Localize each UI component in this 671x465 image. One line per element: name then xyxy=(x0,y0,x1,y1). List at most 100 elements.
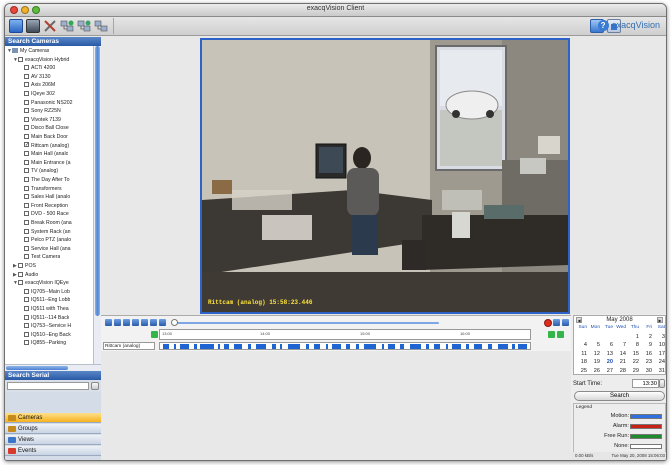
serial-search-input[interactable] xyxy=(7,382,89,390)
camera-checkbox[interactable] xyxy=(24,254,29,260)
calendar-day[interactable]: 28 xyxy=(614,367,627,375)
recording-segment[interactable] xyxy=(224,344,229,349)
recording-segment[interactable] xyxy=(382,344,384,349)
date-calendar[interactable]: ◀ May 2008 ▶ Sun Mon Tue Wed Thu Fri Sat 1 2 3 4 5 6… xyxy=(573,315,666,375)
rewind-icon[interactable] xyxy=(105,319,112,326)
camera-checkbox[interactable] xyxy=(24,185,29,191)
calendar-day[interactable]: 10 xyxy=(653,341,666,349)
tree-item[interactable]: The Day After To xyxy=(19,176,70,184)
tree-item[interactable]: Main Entrance (a xyxy=(19,159,71,167)
calendar-day[interactable]: 4 xyxy=(575,341,588,349)
camera-checkbox[interactable] xyxy=(24,73,29,79)
timeline-ruler[interactable]: 13:00 14:00 15:00 16:00 xyxy=(159,329,531,340)
recording-segment[interactable] xyxy=(346,344,350,349)
calendar-day[interactable]: 17 xyxy=(653,350,666,358)
nav-cameras[interactable]: Cameras xyxy=(5,413,101,423)
camera-checkbox[interactable] xyxy=(24,168,29,174)
calendar-day[interactable]: 21 xyxy=(614,358,627,366)
camera-checkbox[interactable] xyxy=(24,211,29,217)
camera-checkbox[interactable] xyxy=(24,65,29,71)
camera-checkbox[interactable] xyxy=(24,116,29,122)
tree-item[interactable]: TV (analog) xyxy=(19,167,58,175)
camera-checkbox[interactable] xyxy=(24,141,29,147)
video-viewport[interactable]: Rittcam (analog) 15:58:23.446 xyxy=(200,38,570,314)
camera-checkbox[interactable] xyxy=(24,177,29,182)
calendar-day[interactable]: 8 xyxy=(627,341,640,349)
recording-segment[interactable] xyxy=(474,344,482,349)
scroll-thumb[interactable] xyxy=(95,46,100,316)
calendar-day[interactable]: 29 xyxy=(627,367,640,375)
recording-segment[interactable] xyxy=(452,344,461,349)
recording-segment[interactable] xyxy=(364,344,376,349)
calendar-day[interactable]: 18 xyxy=(575,358,588,366)
search-button[interactable]: Search xyxy=(574,391,665,401)
recording-segment[interactable] xyxy=(163,344,169,349)
tree-item[interactable]: Sales Hall (analo xyxy=(19,193,70,201)
tree-item[interactable]: Main Hall (analo xyxy=(19,150,68,158)
recording-segment[interactable] xyxy=(280,344,282,349)
scroll-thumb[interactable] xyxy=(6,366,68,370)
tree-item[interactable]: IQeye 302 xyxy=(19,90,55,98)
calendar-day[interactable]: 24 xyxy=(653,358,666,366)
calendar-day[interactable]: 26 xyxy=(588,367,601,375)
pause-icon[interactable] xyxy=(132,319,139,326)
calendar-day[interactable]: 25 xyxy=(575,367,588,375)
recording-segment[interactable] xyxy=(512,344,515,349)
tree-item[interactable]: ACTi 4200 xyxy=(19,64,55,72)
calendar-day[interactable]: 6 xyxy=(601,341,614,349)
tree-item[interactable]: ▶ POS xyxy=(13,262,36,270)
tree-item[interactable]: Pelco PTZ (analo xyxy=(19,236,71,244)
camera-checkbox[interactable] xyxy=(24,323,29,329)
camera-tree[interactable]: ▼ My Cameras ▼ exacqVision Hybrid ACTi 4200 A… xyxy=(5,46,93,364)
recording-segment[interactable] xyxy=(426,344,429,349)
calendar-day[interactable]: 23 xyxy=(640,358,653,366)
camera-checkbox[interactable] xyxy=(24,82,29,88)
camera-checkbox[interactable] xyxy=(24,237,29,243)
tree-item[interactable]: Transformers xyxy=(19,185,62,193)
calendar-day[interactable]: 30 xyxy=(640,367,653,375)
calendar-day[interactable]: 5 xyxy=(588,341,601,349)
serial-search-stepper[interactable] xyxy=(91,382,99,390)
recording-segment[interactable] xyxy=(466,344,469,349)
nav-groups[interactable]: Groups xyxy=(5,424,101,434)
recording-segment[interactable] xyxy=(174,344,176,349)
recording-segment[interactable] xyxy=(194,344,197,349)
tree-horizontal-scrollbar[interactable] xyxy=(5,364,101,371)
playback-slider-knob[interactable] xyxy=(171,319,178,326)
calendar-day[interactable]: 31 xyxy=(653,367,666,375)
tree-item[interactable]: Break Room (ana xyxy=(19,219,72,227)
tree-item[interactable]: Sony RZ25N xyxy=(19,107,61,115)
recording-segment[interactable] xyxy=(356,344,359,349)
camera-checkbox[interactable] xyxy=(24,220,29,225)
tree-item[interactable]: ▼ My Cameras xyxy=(7,47,49,55)
tree-item[interactable]: AV 3130 xyxy=(19,73,51,81)
camera-checkbox[interactable] xyxy=(24,297,29,303)
tree-item[interactable]: Axis 206M xyxy=(19,81,55,89)
camera-checkbox[interactable] xyxy=(24,288,29,294)
camera-checkbox[interactable] xyxy=(18,280,23,286)
tree-vertical-scrollbar[interactable] xyxy=(93,46,101,364)
layout-icon[interactable] xyxy=(26,19,40,33)
tree-item[interactable]: IQ705--Main Lob xyxy=(19,288,70,296)
calendar-day[interactable]: 11 xyxy=(575,350,588,358)
recording-segment[interactable] xyxy=(248,344,251,349)
calendar-day[interactable]: 1 xyxy=(627,333,640,341)
play-reverse-icon[interactable] xyxy=(123,319,130,326)
recording-segment[interactable] xyxy=(256,344,266,349)
tree-item[interactable]: Panasonic NS202 xyxy=(19,99,73,107)
tree-item[interactable]: Test Camera xyxy=(19,253,60,261)
camera-checkbox[interactable] xyxy=(24,340,29,346)
zoom-out-timeline-icon[interactable] xyxy=(562,319,569,326)
recording-segment[interactable] xyxy=(518,344,527,349)
camera-checkbox[interactable] xyxy=(24,151,29,157)
calendar-day[interactable]: 9 xyxy=(640,341,653,349)
calendar-day[interactable]: 16 xyxy=(640,350,653,358)
live-view-icon[interactable] xyxy=(9,19,23,33)
recording-segment[interactable] xyxy=(446,344,448,349)
start-time-stepper[interactable] xyxy=(659,379,665,388)
tree-item[interactable]: Rittcam (analog) xyxy=(19,141,70,150)
fast-forward-icon[interactable] xyxy=(159,319,166,326)
calendar-day[interactable]: 2 xyxy=(640,333,653,341)
recording-segment[interactable] xyxy=(288,344,300,349)
tree-item[interactable]: IQ511 with Thea xyxy=(19,305,69,313)
